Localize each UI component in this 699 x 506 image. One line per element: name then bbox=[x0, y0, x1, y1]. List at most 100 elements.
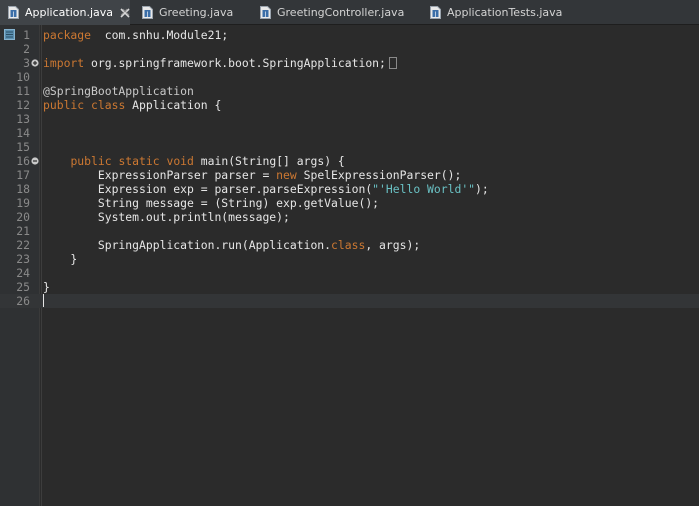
line-number: 13 bbox=[16, 112, 30, 126]
line-number: 11 bbox=[16, 84, 30, 98]
keyword-token: package bbox=[43, 28, 92, 42]
editor-tab-bar: J Application.java J Greeting.java J Gre… bbox=[0, 0, 699, 25]
code-token: SpringApplication.run(Application. bbox=[43, 238, 332, 252]
code-text: Expression exp = parser.parseExpression(… bbox=[43, 182, 489, 196]
code-line[interactable]: 15 bbox=[0, 140, 699, 154]
line-number: 19 bbox=[16, 196, 30, 210]
line-number: 3 bbox=[23, 56, 30, 70]
collapsed-imports-indicator[interactable] bbox=[388, 57, 397, 69]
code-text: public class Application { bbox=[43, 98, 221, 112]
code-line[interactable]: 23 } bbox=[0, 252, 699, 266]
code-line[interactable]: 2 bbox=[0, 42, 699, 56]
code-line[interactable]: 21 bbox=[0, 224, 699, 238]
code-line[interactable]: 18 Expression exp = parser.parseExpressi… bbox=[0, 182, 699, 196]
tab-label: Application.java bbox=[25, 6, 114, 19]
eclipse-editor-window: J Application.java J Greeting.java J Gre… bbox=[0, 0, 699, 506]
line-number: 25 bbox=[16, 280, 30, 294]
code-text: import org.springframework.boot.SpringAp… bbox=[43, 56, 397, 70]
svg-text:J: J bbox=[12, 11, 15, 18]
code-line[interactable]: 17 ExpressionParser parser = new SpelExp… bbox=[0, 168, 699, 182]
line-number: 20 bbox=[16, 210, 30, 224]
line-number: 21 bbox=[16, 224, 30, 238]
keyword-token: class bbox=[331, 238, 366, 252]
keyword-token: static bbox=[118, 154, 160, 168]
java-file-icon: J bbox=[142, 6, 153, 19]
code-line[interactable]: 24 bbox=[0, 266, 699, 280]
string-token: "'Hello World'" bbox=[372, 182, 476, 196]
code-line[interactable]: 26 bbox=[0, 294, 699, 308]
code-line[interactable]: 25} bbox=[0, 280, 699, 294]
line-number: 12 bbox=[16, 98, 30, 112]
code-line[interactable]: 16 public static void main(String[] args… bbox=[0, 154, 699, 168]
text-caret bbox=[43, 294, 44, 307]
code-token: main(String[] args) { bbox=[193, 154, 345, 168]
code-token: Expression exp = parser.parseExpression( bbox=[43, 182, 373, 196]
code-text: package com.snhu.Module21; bbox=[43, 28, 228, 42]
code-line[interactable]: 14 bbox=[0, 126, 699, 140]
code-token: ExpressionParser parser = bbox=[43, 168, 277, 182]
code-line[interactable]: 22 SpringApplication.run(Application.cla… bbox=[0, 238, 699, 252]
code-line[interactable]: 19 String message = (String) exp.getValu… bbox=[0, 196, 699, 210]
keyword-token: public bbox=[70, 154, 112, 168]
line-number: 22 bbox=[16, 238, 30, 252]
overview-marker-icon bbox=[4, 29, 15, 40]
line-number: 16 bbox=[16, 154, 30, 168]
code-text: ExpressionParser parser = new SpelExpres… bbox=[43, 168, 461, 182]
tab-greeting-controller-java[interactable]: J GreetingController.java bbox=[248, 0, 418, 25]
keyword-token: void bbox=[166, 154, 194, 168]
code-editor[interactable]: 1 package com.snhu.Module21; 2 3 import org.… bbox=[0, 25, 699, 506]
annotation-token: @SpringBootApplication bbox=[43, 84, 194, 98]
line-number: 15 bbox=[16, 140, 30, 154]
code-text: SpringApplication.run(Application.class,… bbox=[43, 238, 420, 252]
code-token: org.springframework.boot.SpringApplicati… bbox=[84, 56, 386, 70]
java-file-icon: J bbox=[430, 6, 441, 19]
code-token: SpelExpressionParser(); bbox=[296, 168, 462, 182]
code-text: String message = (String) exp.getValue()… bbox=[43, 196, 379, 210]
keyword-token: public bbox=[43, 98, 85, 112]
code-token: Application { bbox=[125, 98, 222, 112]
tab-greeting-java[interactable]: J Greeting.java bbox=[130, 0, 248, 25]
line-number: 2 bbox=[23, 42, 30, 56]
code-text: @SpringBootApplication bbox=[43, 84, 194, 98]
code-token: com.snhu.Module21; bbox=[91, 28, 229, 42]
line-number: 17 bbox=[16, 168, 30, 182]
line-number: 23 bbox=[16, 252, 30, 266]
code-text bbox=[43, 294, 44, 308]
tab-label: Greeting.java bbox=[159, 6, 234, 19]
code-token: } bbox=[43, 280, 50, 294]
code-line[interactable]: 11 @SpringBootApplication bbox=[0, 84, 699, 98]
code-token: String message = (String) exp.getValue()… bbox=[43, 196, 380, 210]
code-token: System.out.println(message); bbox=[43, 210, 290, 224]
fold-collapse-icon[interactable] bbox=[31, 157, 39, 165]
keyword-token: new bbox=[276, 168, 297, 182]
keyword-token: import bbox=[43, 56, 85, 70]
tab-label: ApplicationTests.java bbox=[447, 6, 563, 19]
code-line[interactable]: 10 bbox=[0, 70, 699, 84]
tab-application-tests-java[interactable]: J ApplicationTests.java bbox=[418, 0, 578, 25]
code-line[interactable]: 1 package com.snhu.Module21; bbox=[0, 28, 699, 42]
java-file-icon: J bbox=[260, 6, 271, 19]
svg-text:J: J bbox=[146, 11, 149, 18]
line-number: 26 bbox=[16, 294, 30, 308]
code-token: } bbox=[43, 252, 78, 266]
code-text: System.out.println(message); bbox=[43, 210, 290, 224]
java-file-icon: J bbox=[8, 6, 19, 19]
code-line[interactable]: 13 bbox=[0, 112, 699, 126]
code-token: ); bbox=[475, 182, 489, 196]
svg-text:J: J bbox=[264, 11, 267, 18]
line-number: 18 bbox=[16, 182, 30, 196]
code-text: } bbox=[43, 252, 77, 266]
tab-application-java[interactable]: J Application.java bbox=[0, 0, 130, 25]
line-number: 24 bbox=[16, 266, 30, 280]
code-line[interactable]: 3 import org.springframework.boot.SpringA… bbox=[0, 56, 699, 70]
code-line[interactable]: 12 public class Application { bbox=[0, 98, 699, 112]
svg-text:J: J bbox=[434, 11, 437, 18]
fold-expand-icon[interactable] bbox=[31, 59, 39, 67]
code-line[interactable]: 20 System.out.println(message); bbox=[0, 210, 699, 224]
line-number: 14 bbox=[16, 126, 30, 140]
code-text: public static void main(String[] args) { bbox=[43, 154, 345, 168]
code-text: } bbox=[43, 280, 50, 294]
keyword-token: class bbox=[91, 98, 126, 112]
